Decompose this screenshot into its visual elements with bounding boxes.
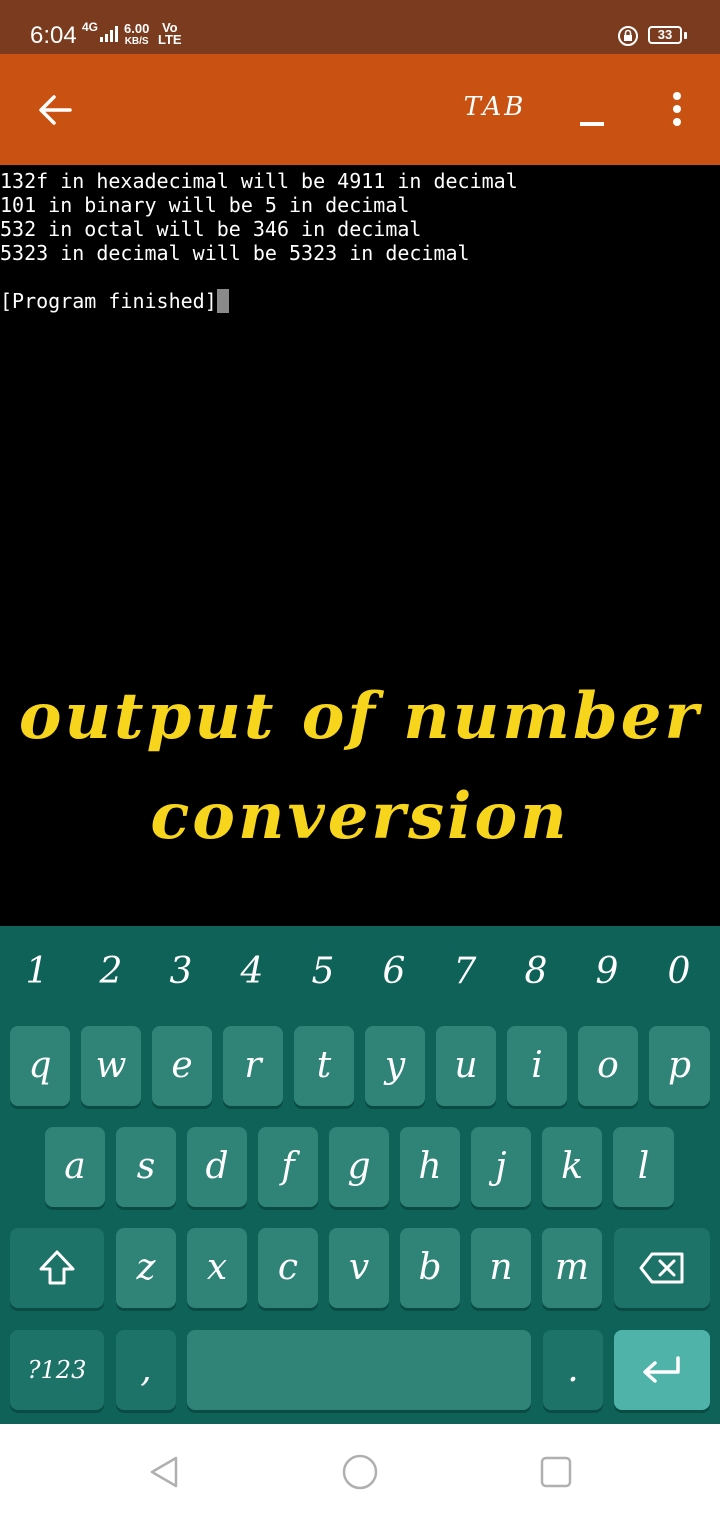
network-type: 4G <box>82 20 99 34</box>
key-i[interactable]: i <box>507 1026 567 1106</box>
key-3[interactable]: 3 <box>156 946 206 998</box>
key-f[interactable]: f <box>258 1127 318 1207</box>
nav-home-icon[interactable] <box>342 1454 378 1490</box>
terminal-output: 132f in hexadecimal will be 4911 in deci… <box>0 169 518 313</box>
symbols-key[interactable]: ?123 <box>10 1330 104 1410</box>
space-bar[interactable] <box>187 1330 531 1410</box>
key-d[interactable]: d <box>187 1127 247 1207</box>
key-g[interactable]: g <box>329 1127 389 1207</box>
key-j[interactable]: j <box>471 1127 531 1207</box>
key-z[interactable]: z <box>116 1228 176 1308</box>
key-6[interactable]: 6 <box>369 946 419 998</box>
volte-bottom: LTE <box>158 32 182 47</box>
key-v[interactable]: v <box>329 1228 389 1308</box>
period-key[interactable]: . <box>543 1330 603 1410</box>
key-9[interactable]: 9 <box>582 946 632 998</box>
key-2[interactable]: 2 <box>86 946 136 998</box>
enter-icon <box>643 1356 680 1383</box>
key-n[interactable]: n <box>471 1228 531 1308</box>
signal-icon <box>100 26 118 42</box>
nav-recents-icon[interactable] <box>538 1454 574 1490</box>
key-e[interactable]: e <box>152 1026 212 1106</box>
text-cursor <box>216 289 229 313</box>
battery-tip <box>684 32 687 39</box>
key-t[interactable]: t <box>294 1026 354 1106</box>
key-m[interactable]: m <box>542 1228 602 1308</box>
key-b[interactable]: b <box>400 1228 460 1308</box>
volte-indicator: Vo LTE <box>158 21 182 47</box>
hide-keyboard-button[interactable] <box>578 96 606 130</box>
tab-key[interactable]: TAB <box>460 92 530 128</box>
speed-value: 6.00 <box>124 21 150 36</box>
key-s[interactable]: s <box>116 1127 176 1207</box>
terminal-view[interactable]: 132f in hexadecimal will be 4911 in deci… <box>0 165 720 926</box>
backspace-key[interactable] <box>614 1228 710 1308</box>
output-line-finished: [Program finished] <box>0 289 217 313</box>
key-7[interactable]: 7 <box>440 946 490 998</box>
output-line: 101 in binary will be 5 in decimal <box>0 193 410 217</box>
key-c[interactable]: c <box>258 1228 318 1308</box>
key-a[interactable]: a <box>45 1127 105 1207</box>
arrow-left-icon[interactable] <box>36 90 76 130</box>
caption-line-2: conversion <box>150 779 570 854</box>
speed-unit: KB/S <box>124 36 149 47</box>
key-u[interactable]: u <box>436 1026 496 1106</box>
key-1[interactable]: 1 <box>12 946 62 998</box>
output-line: 5323 in decimal will be 5323 in decimal <box>0 241 470 265</box>
underscore-icon <box>580 122 604 126</box>
key-h[interactable]: h <box>400 1127 460 1207</box>
output-line: 132f in hexadecimal will be 4911 in deci… <box>0 169 518 193</box>
battery-indicator: 33 <box>648 26 682 44</box>
key-5[interactable]: 5 <box>298 946 348 998</box>
status-bar: 6:04 4G 6.00 KB/S Vo LTE 33 <box>0 0 720 54</box>
lock-icon <box>618 26 638 46</box>
key-q[interactable]: q <box>10 1026 70 1106</box>
more-vertical-icon[interactable] <box>662 90 692 130</box>
key-k[interactable]: k <box>542 1127 602 1207</box>
comma-key[interactable]: , <box>116 1330 176 1410</box>
key-w[interactable]: w <box>81 1026 141 1106</box>
status-time: 6:04 <box>30 22 77 49</box>
key-o[interactable]: o <box>578 1026 638 1106</box>
nav-back-icon[interactable] <box>146 1454 182 1490</box>
key-8[interactable]: 8 <box>511 946 561 998</box>
output-line: 532 in octal will be 346 in decimal <box>0 217 422 241</box>
key-4[interactable]: 4 <box>227 946 277 998</box>
overlay-caption: output of number conversion <box>0 667 720 867</box>
key-x[interactable]: x <box>187 1228 247 1308</box>
key-p[interactable]: p <box>649 1026 710 1106</box>
enter-key[interactable] <box>614 1330 710 1410</box>
key-0[interactable]: 0 <box>654 946 704 998</box>
key-l[interactable]: l <box>613 1127 674 1207</box>
shift-icon <box>39 1250 75 1285</box>
network-speed: 6.00 KB/S <box>124 22 149 48</box>
app-toolbar <box>0 54 720 165</box>
caption-line-1: output of number <box>18 679 702 754</box>
key-r[interactable]: r <box>223 1026 283 1106</box>
shift-key[interactable] <box>10 1228 104 1308</box>
key-y[interactable]: y <box>365 1026 425 1106</box>
backspace-icon <box>639 1252 684 1284</box>
